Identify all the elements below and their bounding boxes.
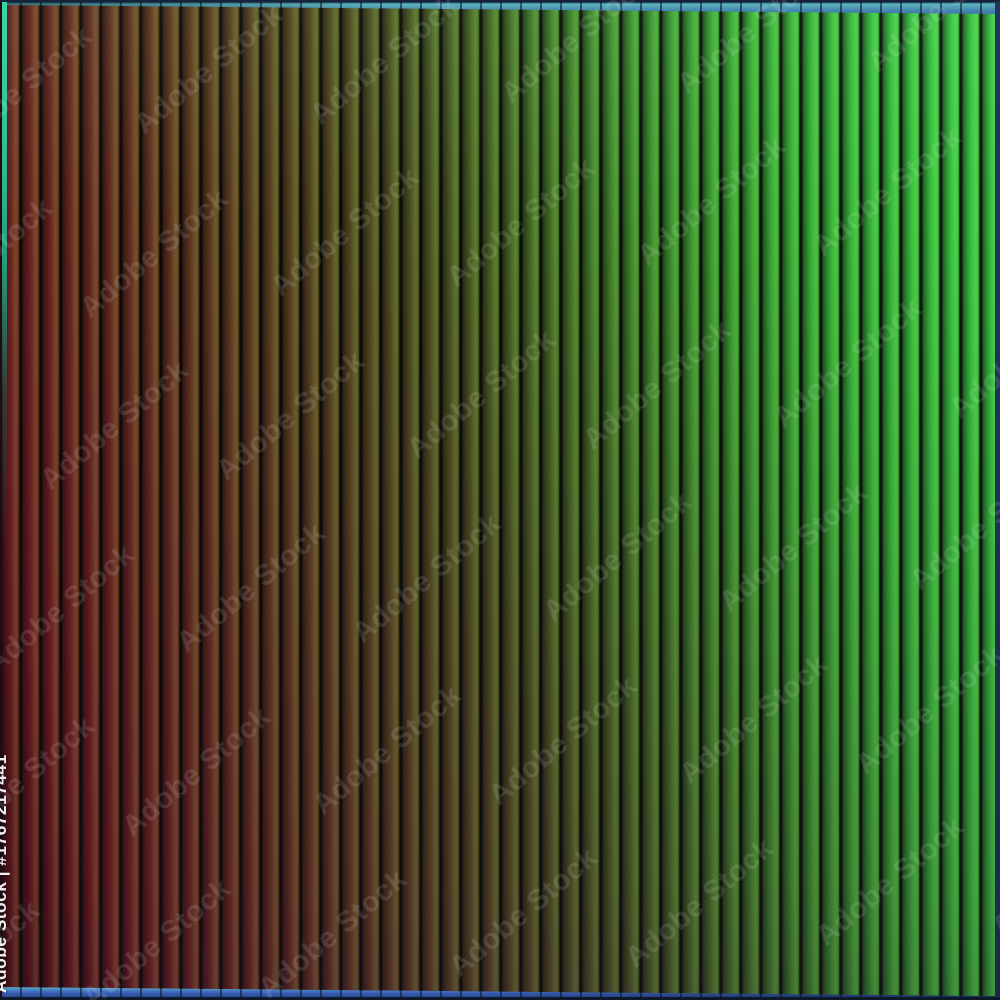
stock-image-canvas: Adobe StockAdobe StockAdobe StockAdobe S… — [0, 0, 1000, 1000]
right-edge-strip — [995, 0, 1000, 1000]
watermark-id-label: Adobe Stock | #1767217441 — [0, 754, 10, 993]
frame-top-line — [0, 0, 1000, 2]
stripe-bars-layer — [0, 5, 1000, 996]
